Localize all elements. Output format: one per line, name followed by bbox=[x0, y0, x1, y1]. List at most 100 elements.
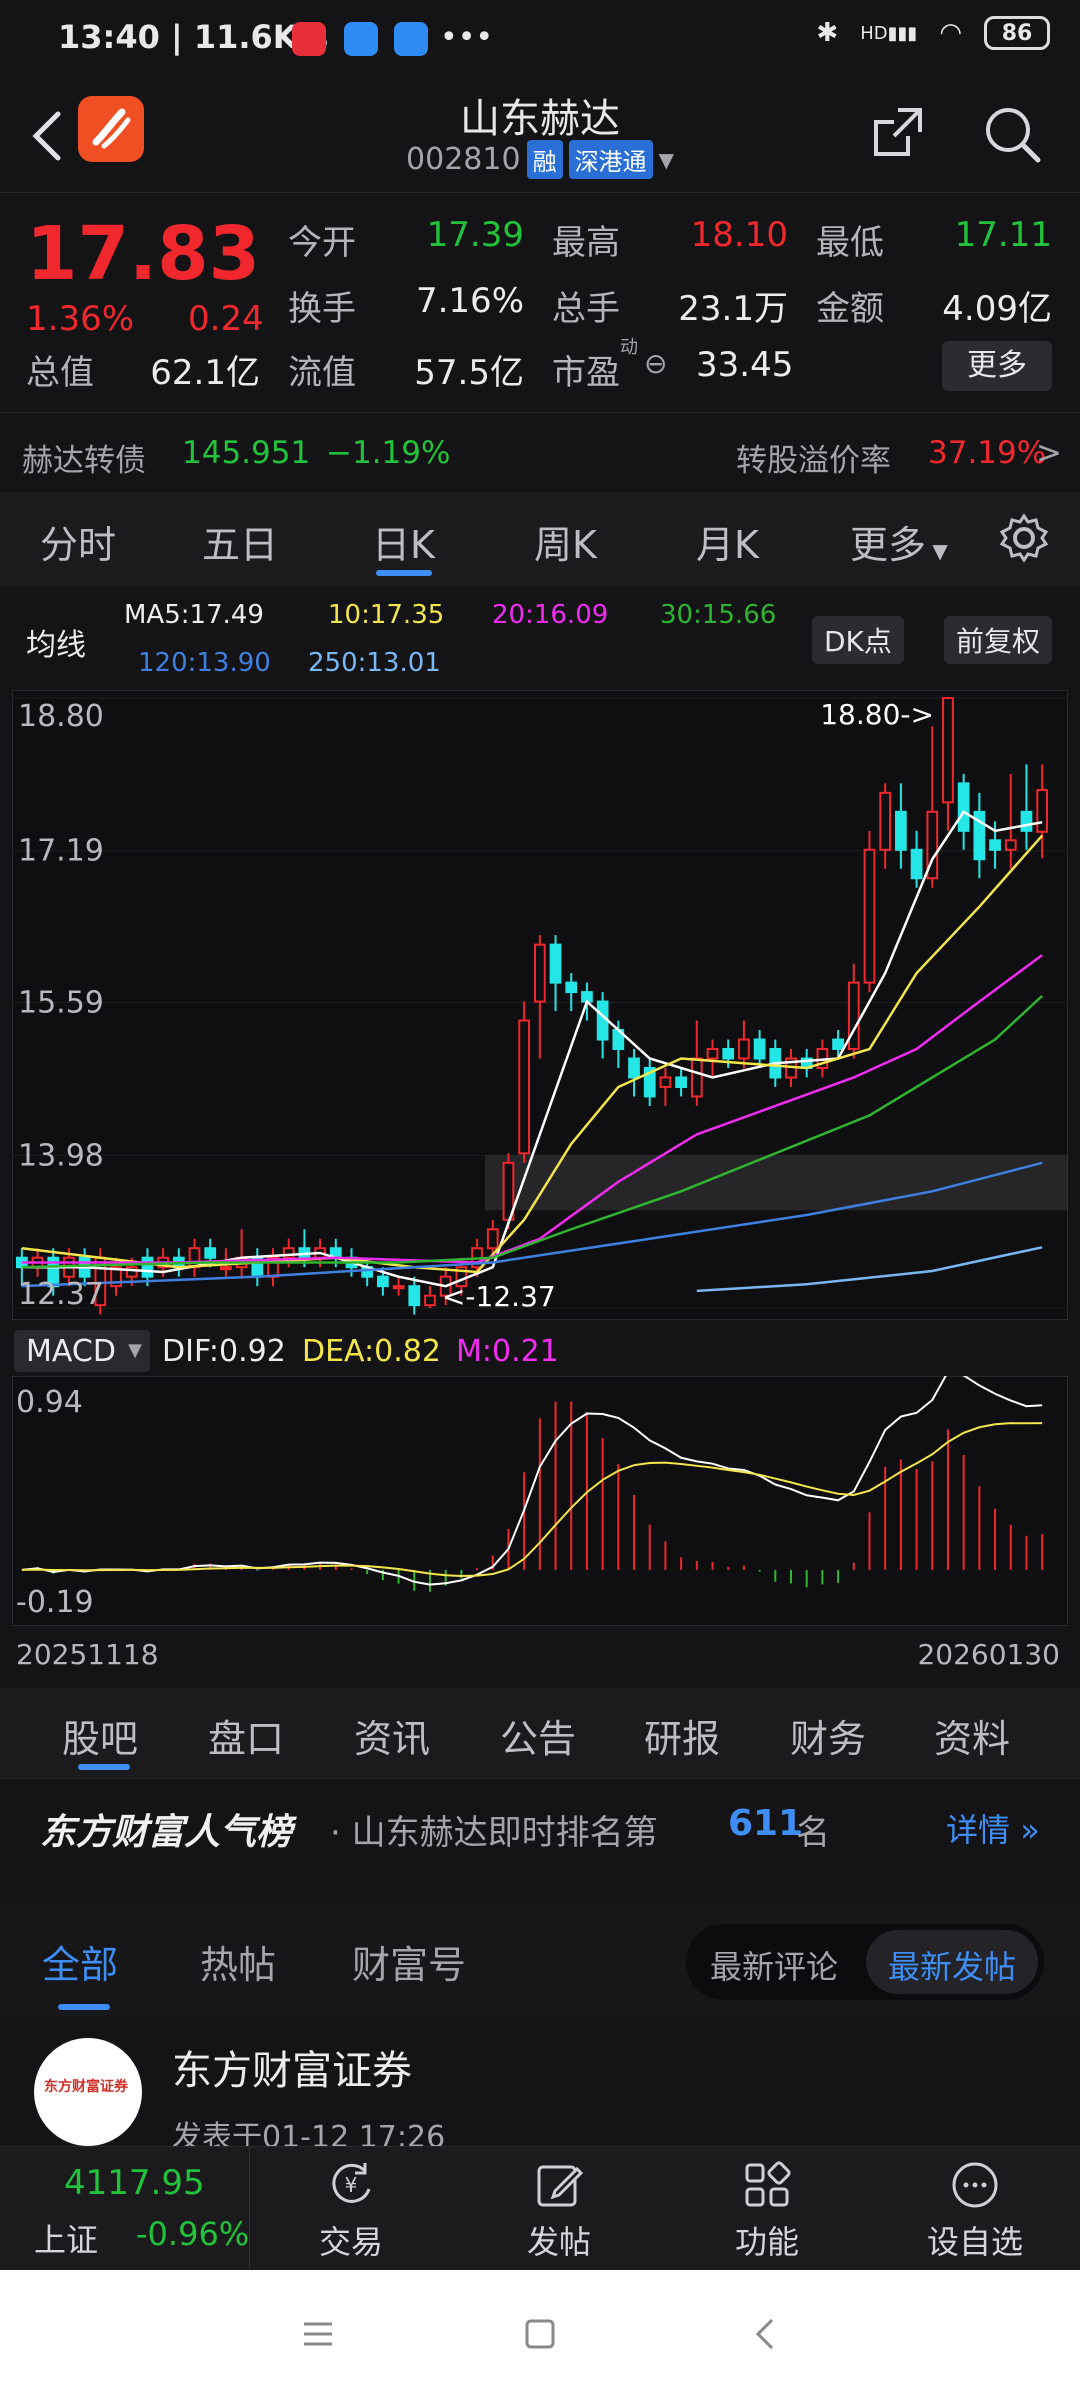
tab-guba[interactable]: 股吧 bbox=[62, 1708, 138, 1763]
amount-label: 金额 bbox=[816, 289, 884, 329]
active-tab-indicator bbox=[78, 1764, 130, 1770]
nav-post[interactable]: 发帖 bbox=[484, 2159, 634, 2263]
sgt-tag: 深港通 bbox=[568, 140, 653, 179]
post-tab-all[interactable]: 全部 bbox=[42, 1934, 118, 1989]
y-tick-label: 18.80 bbox=[18, 699, 104, 734]
chart-period-tabs: 分时 五日 日K 周K 月K 更多 ▼ bbox=[0, 492, 1080, 586]
forward-adjust-button[interactable]: 前复权 bbox=[944, 616, 1053, 664]
dropdown-icon[interactable]: ▼ bbox=[659, 148, 674, 172]
y-tick-label: 17.19 bbox=[18, 834, 104, 869]
ma30-value: 30:15.66 bbox=[660, 600, 777, 630]
dk-point-button[interactable]: DK点 bbox=[812, 616, 904, 664]
search-icon[interactable] bbox=[980, 102, 1044, 166]
margin-tag: 融 bbox=[526, 140, 563, 179]
tab-pankou[interactable]: 盘口 bbox=[208, 1708, 284, 1763]
sort-latest-comment[interactable]: 最新评论 bbox=[710, 1942, 838, 1988]
rank-detail-link[interactable]: 详情 » bbox=[946, 1805, 1040, 1851]
change-amount: 0.24 bbox=[188, 299, 264, 339]
index-name: 上证 bbox=[34, 2221, 99, 2259]
post-tab-caifuhao[interactable]: 财富号 bbox=[352, 1934, 466, 1989]
premium-label: 转股溢价率 bbox=[736, 443, 891, 479]
change-percent: 1.36% bbox=[26, 299, 135, 339]
open-label: 今开 bbox=[288, 223, 356, 263]
post-item[interactable]: 东方财富证券 东方财富证券 发表于01-12 17:26 bbox=[0, 2016, 1080, 2155]
active-tab-indicator bbox=[376, 570, 432, 576]
ma10-value: 10:17.35 bbox=[328, 600, 445, 630]
macd-y-tick: -0.19 bbox=[16, 1585, 94, 1620]
high-value: 18.10 bbox=[690, 215, 788, 255]
volume-label: 总手 bbox=[552, 289, 620, 329]
bluetooth-icon: ✱ bbox=[816, 18, 839, 48]
tab-news[interactable]: 资讯 bbox=[354, 1708, 430, 1763]
nav-functions[interactable]: 功能 bbox=[692, 2159, 842, 2263]
high-marker: 18.80-> bbox=[820, 698, 934, 731]
tab-research[interactable]: 研报 bbox=[644, 1708, 720, 1763]
tab-five-day[interactable]: 五日 bbox=[202, 514, 278, 569]
avatar-logo-mark: 东方财富证券 bbox=[44, 2079, 128, 2095]
date-start: 20251118 bbox=[16, 1638, 159, 1671]
high-label: 最高 bbox=[552, 223, 620, 263]
y-tick-label: 13.98 bbox=[18, 1138, 104, 1173]
signal-icon: HD▮▮▮ bbox=[860, 22, 918, 44]
more-quote-button[interactable]: 更多 bbox=[942, 341, 1052, 391]
convertible-bond-row[interactable]: 赫达转债 145.951 −1.19% 转股溢价率 37.19% > bbox=[0, 412, 1080, 492]
sort-latest-post[interactable]: 最新发帖 bbox=[888, 1942, 1016, 1988]
ma-legend: 均线 MA5:17.49 10:17.35 20:16.09 30:15.66 … bbox=[0, 586, 1080, 686]
tab-daily-k[interactable]: 日K bbox=[372, 514, 435, 569]
candlestick-chart[interactable]: 18.80 17.19 15.59 13.98 12.37 18.80-> <-12.37 bbox=[12, 690, 1068, 1320]
open-value: 17.39 bbox=[426, 215, 524, 255]
popularity-rank-row[interactable]: 东方财富人气榜 · 山东赫达即时排名第 611 名 详情 » bbox=[0, 1778, 1080, 1874]
tab-monthly-k[interactable]: 月K bbox=[696, 514, 759, 569]
toutiao-app-icon bbox=[292, 22, 326, 56]
index-ticker[interactable]: 4117.95 上证 -0.96% bbox=[0, 2147, 250, 2271]
tab-profile[interactable]: 资料 bbox=[934, 1708, 1010, 1763]
ma5-value: MA5:17.49 bbox=[124, 600, 264, 630]
market-cap-label: 总值 bbox=[26, 353, 94, 393]
macd-dea: DEA:0.82 bbox=[302, 1334, 441, 1369]
tab-weekly-k[interactable]: 周K bbox=[534, 514, 597, 569]
post-tab-hot[interactable]: 热帖 bbox=[200, 1934, 276, 1989]
amount-value: 4.09亿 bbox=[942, 289, 1052, 329]
ma-legend-title: 均线 bbox=[26, 628, 86, 663]
system-navigation-bar bbox=[0, 2270, 1080, 2400]
float-cap-label: 流值 bbox=[288, 353, 356, 393]
nav-trade[interactable]: ¥ 交易 bbox=[276, 2159, 426, 2263]
stock-header: 山东赫达 002810 融 深港通 ▼ bbox=[0, 80, 1080, 192]
tab-finance[interactable]: 财务 bbox=[790, 1708, 866, 1763]
back-icon[interactable] bbox=[748, 2316, 784, 2352]
tab-more[interactable]: 更多 ▼ bbox=[850, 514, 948, 569]
nav-add-watchlist[interactable]: 设自选 bbox=[900, 2159, 1050, 2263]
info-tabs: 股吧 盘口 资讯 公告 研报 财务 资料 bbox=[0, 1688, 1080, 1778]
ma20-value: 20:16.09 bbox=[492, 600, 609, 630]
more-dots-icon bbox=[952, 2162, 998, 2208]
macd-dif: DIF:0.92 bbox=[162, 1334, 286, 1369]
menu-icon[interactable] bbox=[300, 2316, 336, 2352]
macd-selector[interactable]: MACD ▼ bbox=[14, 1330, 150, 1372]
macd-y-tick: 0.94 bbox=[16, 1385, 83, 1420]
status-right: ✱ HD▮▮▮ ◠ 86 bbox=[816, 16, 1050, 50]
share-icon[interactable] bbox=[868, 102, 928, 162]
turnover-label: 换手 bbox=[288, 289, 356, 329]
tab-intraday[interactable]: 分时 bbox=[40, 514, 116, 569]
ma120-value: 120:13.90 bbox=[138, 648, 271, 678]
turnover-value: 7.16% bbox=[415, 281, 524, 321]
settings-gear-icon[interactable] bbox=[998, 512, 1050, 564]
candle bbox=[863, 830, 876, 993]
tab-announcement[interactable]: 公告 bbox=[500, 1708, 576, 1763]
pe-info-icon[interactable]: ⊖ bbox=[644, 347, 667, 380]
chat-app-icon bbox=[344, 22, 378, 56]
macd-chart[interactable]: 0.94 -0.19 bbox=[12, 1376, 1068, 1626]
trade-icon: ¥ bbox=[332, 2163, 371, 2203]
home-icon[interactable] bbox=[522, 2316, 558, 2352]
author-avatar[interactable]: 东方财富证券 bbox=[34, 2038, 142, 2146]
highlight-band bbox=[484, 1155, 1068, 1211]
premium-value: 37.19% bbox=[928, 435, 1047, 471]
author-name[interactable]: 东方财富证券 bbox=[172, 2038, 412, 2096]
y-tick-label: 15.59 bbox=[18, 986, 104, 1021]
sort-toggle: 最新评论 最新发帖 bbox=[686, 1924, 1044, 2000]
low-value: 17.11 bbox=[954, 215, 1052, 255]
stock-code: 002810 bbox=[406, 142, 521, 177]
macd-m: M:0.21 bbox=[456, 1334, 559, 1369]
y-tick-label: 12.37 bbox=[18, 1277, 104, 1312]
index-value: 4117.95 bbox=[64, 2163, 205, 2203]
